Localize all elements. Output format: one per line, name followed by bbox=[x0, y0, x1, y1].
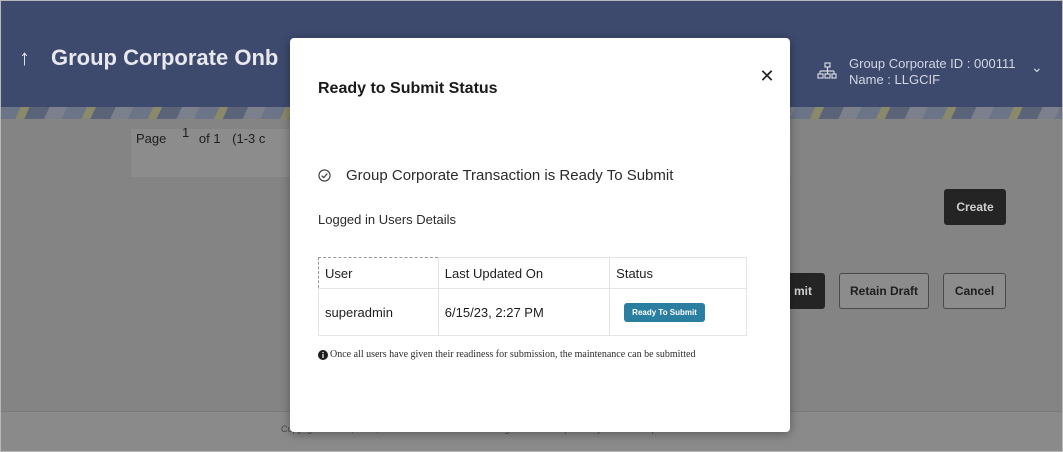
corporate-info: Group Corporate ID : 000111 Name : LLGCI… bbox=[849, 56, 1015, 88]
chevron-down-icon[interactable]: ⌄ bbox=[1031, 59, 1043, 76]
status-badge: Ready To Submit bbox=[624, 302, 705, 322]
close-icon[interactable]: ✕ bbox=[756, 65, 778, 87]
corporate-id: Group Corporate ID : 000111 bbox=[849, 56, 1016, 71]
cancel-button[interactable]: Cancel bbox=[943, 273, 1006, 309]
cell-status: Ready To Submit bbox=[609, 288, 747, 336]
page-title: Group Corporate Onb bbox=[51, 45, 279, 70]
info-icon bbox=[318, 349, 328, 360]
retain-draft-button[interactable]: Retain Draft bbox=[839, 273, 929, 309]
ready-to-submit-modal: Ready to Submit Status ✕ Group Corporate… bbox=[290, 38, 790, 432]
column-header-last-updated[interactable]: Last Updated On bbox=[437, 257, 611, 289]
table-row: superadmin 6/15/23, 2:27 PM Ready To Sub… bbox=[318, 288, 747, 336]
back-arrow-icon[interactable]: ↑ bbox=[19, 45, 30, 71]
column-header-user[interactable]: User bbox=[318, 257, 439, 289]
table-header-row: User Last Updated On Status bbox=[318, 257, 747, 289]
pager-of-label: of 1 bbox=[198, 131, 221, 146]
cell-last-updated: 6/15/23, 2:27 PM bbox=[437, 288, 611, 336]
pagination: Page 1 of 1 (1-3 c bbox=[136, 125, 266, 146]
org-chart-icon bbox=[817, 62, 837, 79]
users-table: User Last Updated On Status superadmin 6… bbox=[318, 257, 747, 336]
pager-page-label: Page bbox=[136, 131, 167, 146]
column-header-status[interactable]: Status bbox=[609, 257, 747, 289]
modal-title: Ready to Submit Status bbox=[318, 80, 498, 97]
users-heading: Logged in Users Details bbox=[318, 212, 457, 227]
create-button[interactable]: Create bbox=[944, 189, 1006, 225]
submission-note: Once all users have given their readines… bbox=[318, 349, 695, 360]
check-circle-icon bbox=[318, 169, 331, 182]
cell-user: superadmin bbox=[318, 288, 439, 336]
status-message-row: Group Corporate Transaction is Ready To … bbox=[318, 167, 673, 184]
submission-note-text: Once all users have given their readines… bbox=[330, 349, 696, 360]
status-message: Group Corporate Transaction is Ready To … bbox=[346, 167, 674, 184]
pager-range: (1-3 c bbox=[232, 131, 266, 146]
pager-current-page[interactable]: 1 bbox=[182, 125, 189, 140]
app-window: ↑ Group Corporate Onb Group Corporate ID… bbox=[0, 0, 1063, 452]
corporate-name: Name : LLGCIF bbox=[849, 72, 941, 87]
